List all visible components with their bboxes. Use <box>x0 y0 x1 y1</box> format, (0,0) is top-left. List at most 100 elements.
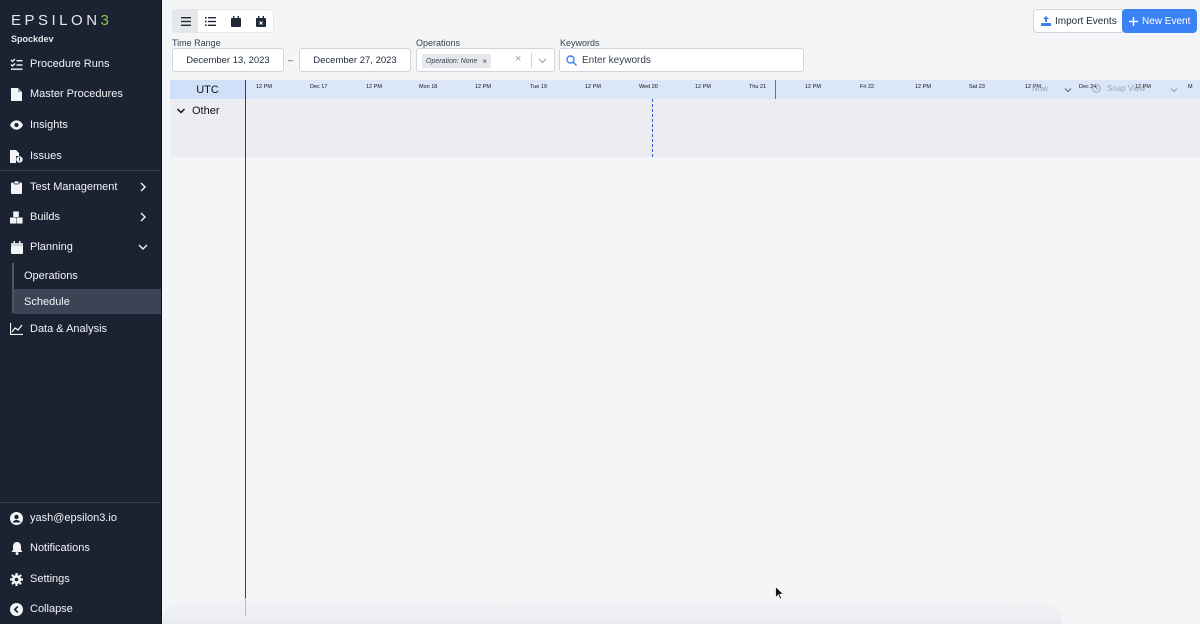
sidebar-item-builds[interactable]: Builds <box>0 204 161 230</box>
list-check-icon <box>10 58 23 71</box>
now-button[interactable]: Now <box>1032 84 1048 93</box>
bottom-shadow <box>162 598 1062 624</box>
timeline-view-button[interactable] <box>173 10 198 32</box>
logo[interactable]: EPSILON3 <box>11 12 112 29</box>
sidebar-item-procedure-runs[interactable]: Procedure Runs <box>0 51 161 77</box>
sidebar-subitem-label: Operations <box>24 269 78 282</box>
chevron-down-icon <box>138 244 148 250</box>
calendar-view-button[interactable] <box>223 10 248 32</box>
sidebar-item-issues[interactable]: Issues <box>0 143 161 169</box>
group-toggle[interactable]: Other <box>176 105 220 117</box>
chevron-left-circle-icon <box>10 602 23 616</box>
user-circle-icon <box>10 511 23 525</box>
workspace-name[interactable]: Spockdev <box>11 34 54 44</box>
sidebar-item-label: Collapse <box>30 603 73 615</box>
sidebar-item-planning[interactable]: Planning <box>0 234 161 260</box>
sidebar-subitem-operations[interactable]: Operations <box>14 263 161 288</box>
new-event-label: New Event <box>1142 15 1191 27</box>
sidebar-item-master-procedures[interactable]: Master Procedures <box>0 81 161 107</box>
import-events-button[interactable]: Import Events <box>1033 9 1125 33</box>
operation-chip-label: Operation: None <box>426 57 478 65</box>
group-label: Other <box>192 105 220 117</box>
sidebar-item-label: Insights <box>30 119 68 131</box>
axis-tick: M <box>1188 84 1193 90</box>
axis-tick: Tue 19 <box>530 84 547 90</box>
clipboard-icon <box>10 180 23 194</box>
chevron-down-icon <box>176 108 186 114</box>
eye-icon <box>10 119 23 132</box>
axis-tick: Wed 20 <box>639 84 658 90</box>
cubes-icon <box>10 210 23 224</box>
sidebar-item-label: Issues <box>30 150 62 162</box>
sidebar-divider <box>0 170 161 171</box>
timezone-label: UTC <box>170 80 245 99</box>
operations-label: Operations <box>416 38 461 48</box>
view-switcher <box>172 9 274 33</box>
now-label: Now <box>1032 84 1049 93</box>
sidebar-subitem-label: Schedule <box>24 295 70 308</box>
chevron-down-icon[interactable] <box>1063 85 1073 95</box>
sidebar-item-insights[interactable]: Insights <box>0 112 161 138</box>
sidebar-divider <box>0 502 161 503</box>
keywords-field <box>559 48 804 72</box>
bell-icon <box>10 541 23 555</box>
calendar-icon <box>10 240 23 254</box>
sidebar-item-account[interactable]: yash@epsilon3.io <box>0 505 161 531</box>
sidebar-item-label: Procedure Runs <box>30 58 110 70</box>
mouse-cursor-icon <box>775 586 784 600</box>
document-icon <box>10 87 23 101</box>
gear-icon <box>10 572 23 586</box>
keywords-input[interactable] <box>582 54 782 66</box>
keywords-label: Keywords <box>560 38 600 48</box>
timeline-group-row <box>170 99 1200 157</box>
date-separator: – <box>288 55 294 65</box>
chip-remove-icon[interactable]: × <box>482 57 487 66</box>
sidebar-item-collapse[interactable]: Collapse <box>0 596 161 622</box>
sidebar-item-notifications[interactable]: Notifications <box>0 535 161 561</box>
sidebar-item-label: Settings <box>30 573 70 585</box>
sidebar-item-settings[interactable]: Settings <box>0 566 161 592</box>
axis-tick: 12 PM <box>256 84 272 90</box>
current-time-marker <box>652 99 653 157</box>
chevron-right-icon <box>140 182 146 192</box>
sidebar-item-data-analysis[interactable]: Data & Analysis <box>0 316 161 342</box>
plus-icon <box>1129 16 1138 26</box>
axis-tick: Sat 23 <box>969 84 985 90</box>
bars-icon <box>180 16 191 26</box>
chevron-down-icon[interactable] <box>537 55 548 66</box>
sidebar-item-label: Builds <box>30 211 60 223</box>
time-axis[interactable]: 12 PM Dec 17 12 PM Mon 18 12 PM Tue 19 1… <box>246 80 1200 99</box>
snap-view-label: Snap View <box>1107 84 1146 93</box>
calendar-day-view-button[interactable] <box>248 10 273 32</box>
end-date-field[interactable]: December 27, 2023 <box>299 48 411 72</box>
list-icon <box>205 16 216 26</box>
clear-icon[interactable]: × <box>515 53 521 65</box>
new-event-button[interactable]: New Event <box>1122 9 1198 33</box>
file-alert-icon <box>10 149 23 163</box>
snap-view-button[interactable]: Snap View <box>1092 84 1145 93</box>
import-events-label: Import Events <box>1055 15 1117 27</box>
sidebar-item-test-management[interactable]: Test Management <box>0 174 161 200</box>
sidebar-item-label: Master Procedures <box>30 88 123 100</box>
start-date-field[interactable]: December 13, 2023 <box>172 48 284 72</box>
sidebar-item-label: Planning <box>30 241 73 253</box>
axis-tick: 12 PM <box>915 84 931 90</box>
logo-accent: 3 <box>100 12 113 29</box>
axis-divider <box>775 80 776 99</box>
operations-select[interactable]: Operation: None × × <box>416 48 555 72</box>
operation-chip: Operation: None × <box>422 54 492 68</box>
clock-icon <box>1092 84 1101 93</box>
axis-tick: 12 PM <box>805 84 821 90</box>
chevron-right-icon <box>140 212 146 222</box>
axis-tick: Mon 18 <box>419 84 438 90</box>
axis-tick: Thu 21 <box>749 84 767 90</box>
logo-text: EPSILON <box>11 12 101 29</box>
upload-icon <box>1041 16 1051 26</box>
sidebar-subitem-schedule[interactable]: Schedule <box>14 289 161 314</box>
select-separator <box>531 53 532 68</box>
axis-tick: Dec 17 <box>310 84 328 90</box>
chevron-down-icon[interactable] <box>1169 85 1179 95</box>
axis-tick: 12 PM <box>475 84 491 90</box>
list-view-button[interactable] <box>198 10 223 32</box>
calendar-icon <box>230 15 241 27</box>
